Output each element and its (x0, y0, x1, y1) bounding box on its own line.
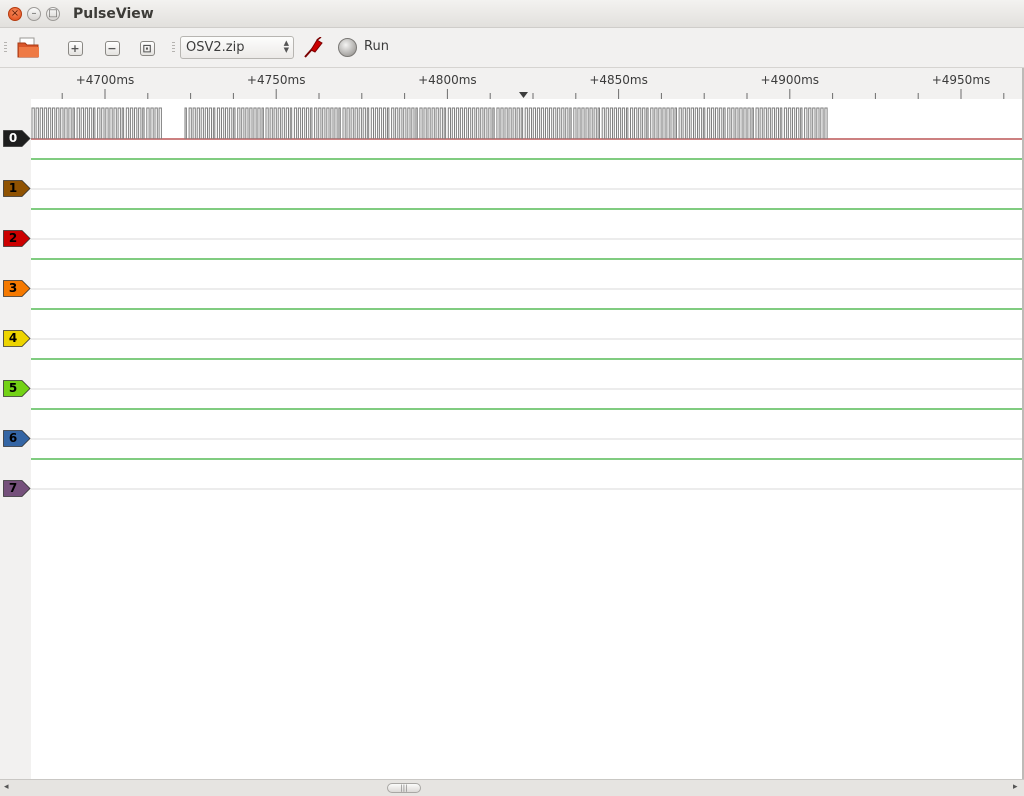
channel-label-text: 3 (8, 281, 18, 295)
run-button[interactable]: Run (364, 39, 389, 54)
ruler-ticks (61, 89, 1005, 99)
trace-canvas (31, 107, 1022, 490)
zoom-fit-icon: ⊡ (139, 40, 155, 56)
channel-label-text: 1 (8, 181, 18, 195)
zoom-in-button[interactable]: + (64, 37, 86, 59)
trace-view[interactable] (31, 99, 1022, 779)
zoom-out-button[interactable]: − (101, 37, 123, 59)
probe-config-button[interactable] (301, 37, 325, 59)
channel-label-text: 7 (8, 481, 18, 495)
channel-label-3[interactable]: 3 (3, 280, 31, 297)
cursor-marker-icon (519, 92, 528, 98)
minimize-window-button[interactable]: – (27, 7, 41, 21)
channel-label-0[interactable]: 0 (3, 130, 31, 147)
main-toolbar: + − ⊡ OSV2.zip ▲ ▼ Run (0, 28, 1024, 68)
scroll-right-icon[interactable]: ▸ (1013, 782, 1018, 792)
grip-icon: ||| (400, 784, 408, 792)
toolbar-grip[interactable] (4, 42, 7, 54)
file-selector-value: OSV2.zip (186, 40, 245, 55)
toolbar-grip[interactable] (172, 42, 175, 54)
channel-0-pulses (31, 107, 828, 139)
window-title: PulseView (73, 6, 154, 22)
spinner-arrows-icon: ▲ ▼ (283, 39, 289, 54)
folder-open-icon (17, 37, 39, 58)
channel-label-2[interactable]: 2 (3, 230, 31, 247)
zoom-fit-button[interactable]: ⊡ (136, 37, 158, 59)
close-window-button[interactable]: × (8, 7, 22, 21)
title-bar: × – □ PulseView (0, 0, 1024, 28)
minimize-icon: – (31, 8, 37, 19)
maximize-icon: □ (48, 8, 58, 19)
run-button-indicator-icon[interactable] (338, 38, 357, 57)
scroll-left-icon[interactable]: ◂ (4, 782, 9, 792)
maximize-window-button[interactable]: □ (46, 7, 60, 21)
file-selector[interactable]: OSV2.zip ▲ ▼ (180, 36, 294, 59)
channel-label-5[interactable]: 5 (3, 380, 31, 397)
open-file-button[interactable] (15, 37, 43, 59)
channel-label-4[interactable]: 4 (3, 330, 31, 347)
channel-label-text: 6 (8, 431, 18, 445)
close-icon: × (10, 8, 20, 19)
zoom-in-icon: + (67, 40, 83, 56)
scrollbar-thumb[interactable]: ||| (387, 783, 421, 793)
horizontal-scrollbar[interactable]: ◂ ||| ▸ (0, 779, 1024, 796)
channel-label-1[interactable]: 1 (3, 180, 31, 197)
channel-label-text: 5 (8, 381, 18, 395)
time-ruler[interactable]: +4700ms +4750ms +4800ms +4850ms +4900ms +4950… (0, 68, 1024, 99)
channel-label-text: 2 (8, 231, 18, 245)
channel-label-7[interactable]: 7 (3, 480, 31, 497)
probe-icon (304, 37, 323, 58)
channel-label-text: 4 (8, 331, 18, 345)
channel-label-6[interactable]: 6 (3, 430, 31, 447)
channel-label-text: 0 (8, 131, 18, 145)
zoom-out-icon: − (104, 40, 120, 56)
